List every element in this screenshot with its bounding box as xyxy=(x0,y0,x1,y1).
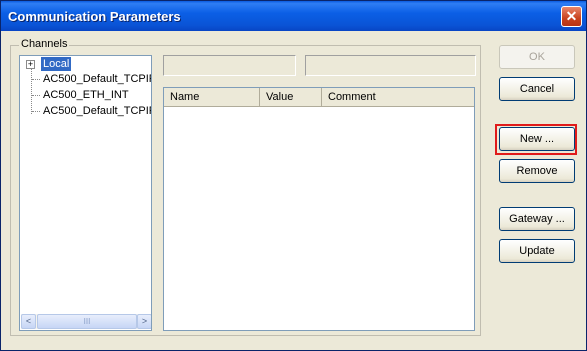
tree-connector-line xyxy=(32,95,40,96)
title-bar[interactable]: Communication Parameters ✕ xyxy=(1,1,586,31)
tree-node-ac500-default-tcpip-2[interactable]: AC500_Default_TCPIP xyxy=(41,104,151,118)
tree-node-local[interactable]: Local xyxy=(41,57,72,71)
scroll-left-button[interactable]: < xyxy=(21,314,36,329)
table-header: Name Value Comment xyxy=(164,88,474,107)
channel-name-field xyxy=(163,55,296,76)
channels-tree[interactable]: + Local AC500_Default_TCPIP AC500_ETH_IN… xyxy=(19,55,152,331)
scroll-right-button[interactable]: > xyxy=(137,314,151,329)
tree-connector-line xyxy=(31,66,32,114)
remove-button[interactable]: Remove xyxy=(499,159,575,183)
window-title: Communication Parameters xyxy=(8,9,181,24)
parameters-table[interactable]: Name Value Comment xyxy=(163,87,475,331)
arrow-left-icon: < xyxy=(25,316,32,326)
grip-icon: III xyxy=(83,317,91,326)
scroll-thumb[interactable]: III xyxy=(37,314,137,329)
update-button[interactable]: Update xyxy=(499,239,575,263)
column-header-value[interactable]: Value xyxy=(260,88,322,106)
channels-label: Channels xyxy=(19,38,70,50)
communication-parameters-dialog: Communication Parameters ✕ Channels + Lo… xyxy=(0,0,587,351)
close-button[interactable]: ✕ xyxy=(561,6,582,27)
tree-connector-line xyxy=(32,79,40,80)
tree-horizontal-scrollbar[interactable]: < III > xyxy=(21,314,151,329)
highlight-box xyxy=(495,124,577,155)
tree-node-ac500-default-tcpip[interactable]: AC500_Default_TCPIP xyxy=(41,72,151,86)
column-header-comment[interactable]: Comment xyxy=(322,88,474,106)
column-header-name[interactable]: Name xyxy=(164,88,260,106)
close-icon: ✕ xyxy=(565,8,578,24)
gateway-button[interactable]: Gateway ... xyxy=(499,207,575,231)
tree-connector-line xyxy=(32,111,40,112)
ok-button[interactable]: OK xyxy=(499,45,575,69)
cancel-button[interactable]: Cancel xyxy=(499,77,575,101)
arrow-right-icon: > xyxy=(141,316,148,326)
channel-info-field xyxy=(305,55,476,76)
expand-plus-icon[interactable]: + xyxy=(26,60,35,69)
tree-node-ac500-eth-int[interactable]: AC500_ETH_INT xyxy=(41,88,131,102)
